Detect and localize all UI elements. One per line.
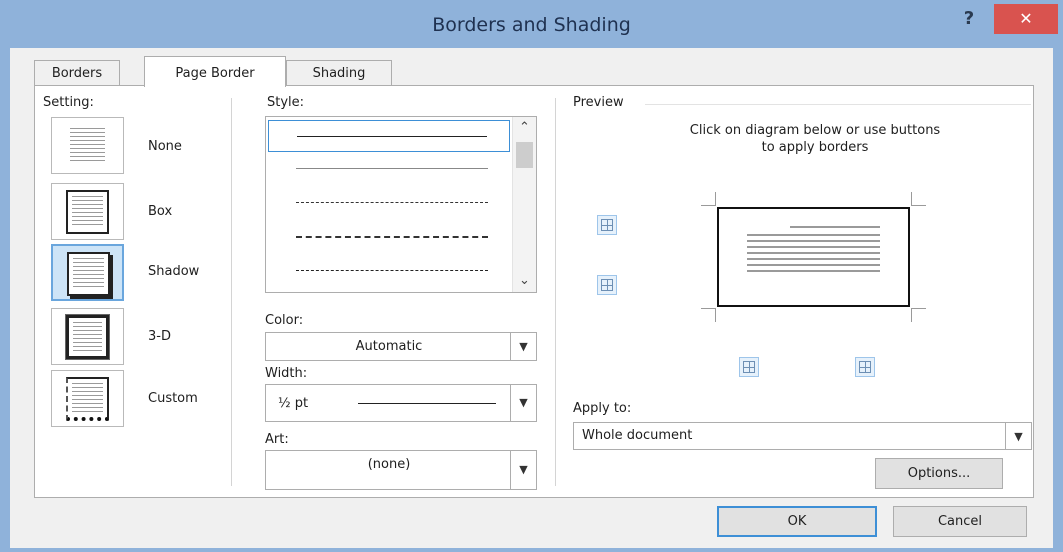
page-border-panel: Setting: None Box Shadow 3-D Custom Styl… bbox=[34, 85, 1034, 498]
art-value: (none) bbox=[367, 457, 411, 472]
apply-to-label: Apply to: bbox=[573, 401, 632, 416]
separator-right bbox=[555, 98, 556, 486]
color-label: Color: bbox=[265, 313, 304, 328]
width-dropdown[interactable]: ½ pt ▼ bbox=[265, 384, 537, 422]
scroll-down-icon[interactable]: ⌄ bbox=[513, 270, 536, 292]
border-right-icon bbox=[859, 361, 871, 373]
setting-box-icon[interactable] bbox=[51, 183, 124, 240]
bottom-border-button[interactable] bbox=[597, 275, 617, 295]
setting-3d-label[interactable]: 3-D bbox=[148, 329, 171, 344]
corner-mark bbox=[701, 205, 715, 206]
corner-mark bbox=[912, 308, 926, 309]
setting-none-label[interactable]: None bbox=[148, 139, 182, 154]
dialog-client: Borders Page Border Shading Setting: Non… bbox=[10, 48, 1053, 548]
style-scrollbar[interactable]: ⌃ ⌄ bbox=[512, 117, 536, 292]
setting-shadow-icon[interactable] bbox=[51, 244, 124, 301]
art-dropdown[interactable]: (none) ▼ bbox=[265, 450, 537, 490]
top-border-button[interactable] bbox=[597, 215, 617, 235]
close-button[interactable]: ✕ bbox=[994, 4, 1058, 34]
preview-divider bbox=[645, 104, 1031, 105]
chevron-down-icon[interactable]: ▼ bbox=[510, 333, 536, 360]
style-list[interactable]: ⌃ ⌄ bbox=[265, 116, 537, 293]
tab-borders[interactable]: Borders bbox=[34, 60, 120, 86]
setting-none-icon[interactable] bbox=[51, 117, 124, 174]
cancel-button[interactable]: Cancel bbox=[893, 506, 1027, 537]
corner-mark bbox=[701, 308, 715, 309]
corner-mark bbox=[715, 192, 716, 206]
border-top-icon bbox=[601, 219, 613, 231]
style-option-dash-dot[interactable] bbox=[268, 255, 510, 287]
style-option-dashed-fine[interactable] bbox=[268, 187, 510, 219]
corner-mark bbox=[715, 308, 716, 322]
preview-diagram[interactable] bbox=[717, 207, 910, 307]
setting-shadow-label[interactable]: Shadow bbox=[148, 264, 199, 279]
setting-custom-icon[interactable] bbox=[51, 370, 124, 427]
setting-custom-label[interactable]: Custom bbox=[148, 391, 198, 406]
apply-to-dropdown[interactable]: Whole document ▼ bbox=[573, 422, 1032, 450]
dialog-title: Borders and Shading bbox=[432, 14, 631, 36]
color-value: Automatic bbox=[355, 339, 423, 354]
preview-heading: Preview bbox=[573, 95, 624, 110]
preview-instruction-2: to apply borders bbox=[761, 140, 869, 155]
title-bar: Borders and Shading ? ✕ bbox=[6, 0, 1058, 48]
setting-3d-icon[interactable] bbox=[51, 308, 124, 365]
chevron-down-icon[interactable]: ▼ bbox=[510, 385, 536, 421]
separator-left bbox=[231, 98, 232, 486]
apply-to-value: Whole document bbox=[582, 428, 693, 443]
setting-heading: Setting: bbox=[43, 95, 94, 110]
tab-shading[interactable]: Shading bbox=[286, 60, 392, 86]
width-line-sample bbox=[358, 403, 496, 404]
corner-mark bbox=[912, 205, 926, 206]
corner-mark bbox=[911, 308, 912, 322]
corner-mark bbox=[911, 192, 912, 206]
border-left-icon bbox=[743, 361, 755, 373]
tab-page-border[interactable]: Page Border bbox=[144, 56, 286, 87]
art-label: Art: bbox=[265, 432, 289, 447]
width-label: Width: bbox=[265, 366, 308, 381]
options-button[interactable]: Options... bbox=[875, 458, 1003, 489]
width-value: ½ pt bbox=[278, 396, 309, 411]
ok-button[interactable]: OK bbox=[717, 506, 877, 537]
right-border-button[interactable] bbox=[855, 357, 875, 377]
left-border-button[interactable] bbox=[739, 357, 759, 377]
preview-instruction-1: Click on diagram below or use buttons bbox=[689, 123, 941, 138]
scroll-up-icon[interactable]: ⌃ bbox=[513, 117, 536, 139]
scroll-thumb[interactable] bbox=[516, 142, 533, 168]
chevron-down-icon[interactable]: ▼ bbox=[510, 451, 536, 489]
style-option-solid[interactable] bbox=[268, 120, 510, 152]
color-dropdown[interactable]: Automatic ▼ bbox=[265, 332, 537, 361]
border-bottom-icon bbox=[601, 279, 613, 291]
style-heading: Style: bbox=[267, 95, 305, 110]
setting-box-label[interactable]: Box bbox=[148, 204, 172, 219]
style-option-solid-thin[interactable] bbox=[268, 153, 510, 185]
help-button[interactable]: ? bbox=[956, 6, 982, 32]
chevron-down-icon[interactable]: ▼ bbox=[1005, 423, 1031, 449]
style-option-dashed[interactable] bbox=[268, 221, 510, 253]
